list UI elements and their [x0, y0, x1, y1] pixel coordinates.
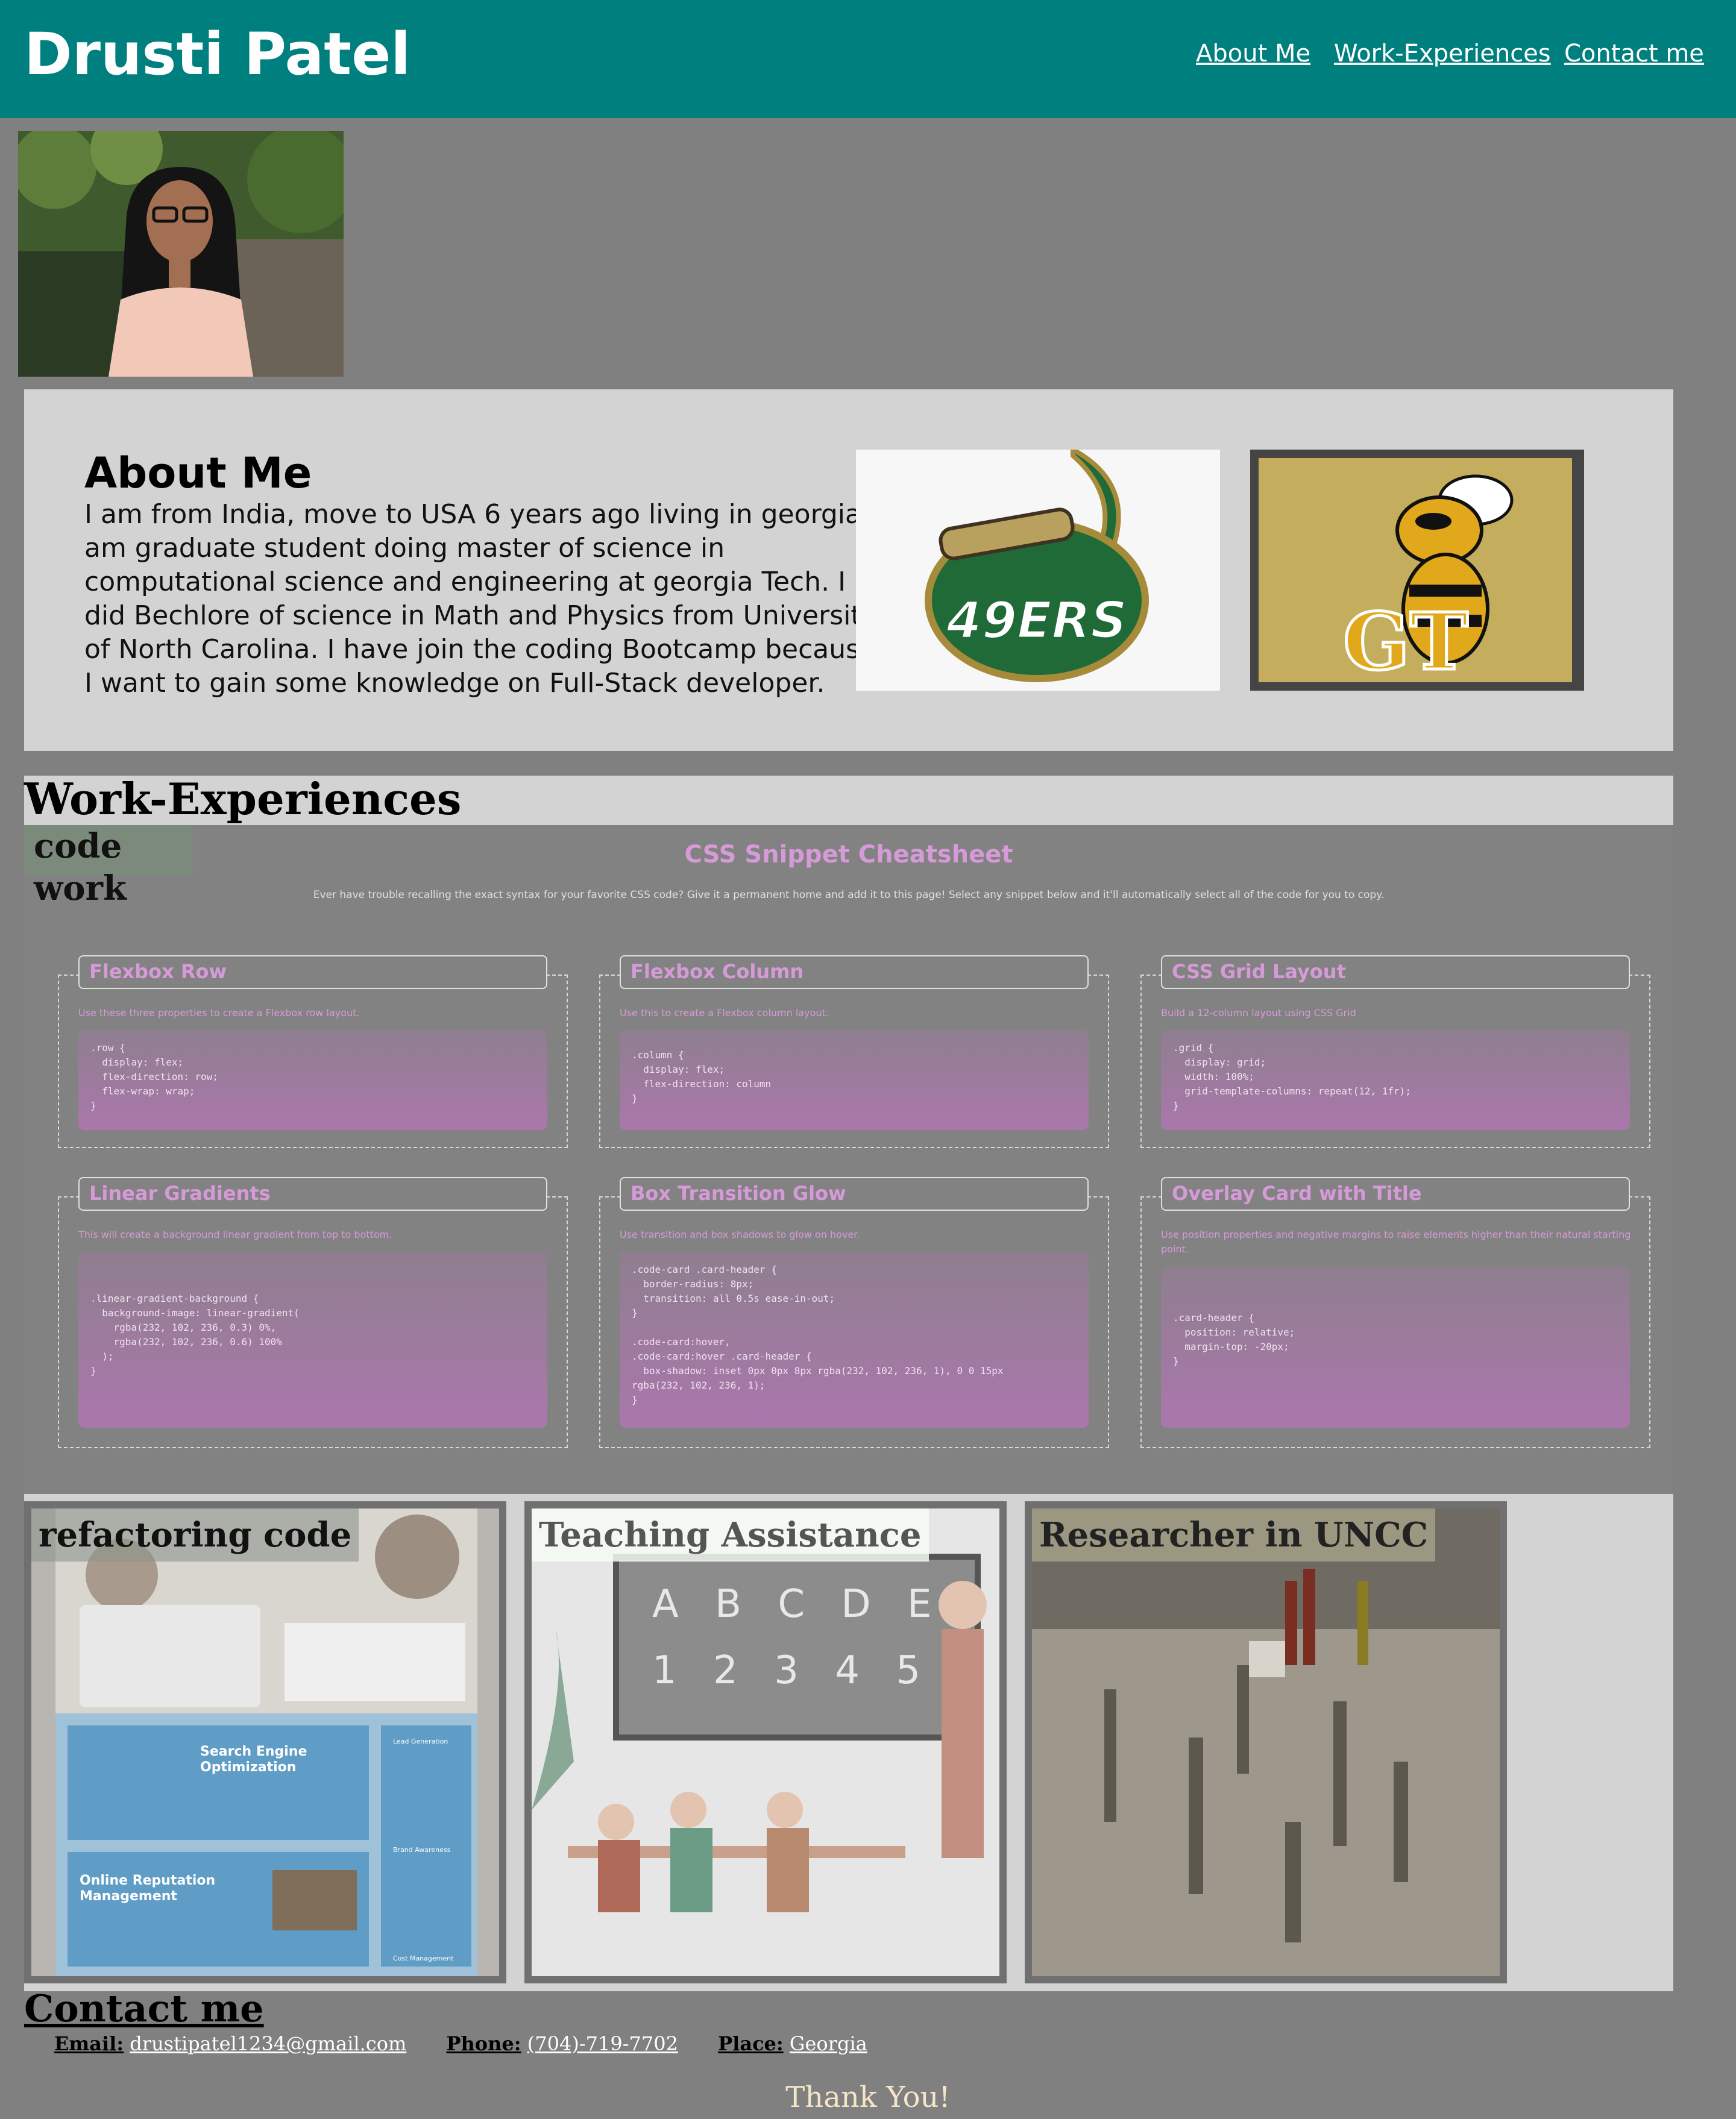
- nav-contact-me[interactable]: Contact me: [1564, 40, 1704, 67]
- snippet-card[interactable]: Box Transition Glow Use transition and b…: [599, 1177, 1109, 1448]
- site-title: Drusti Patel: [24, 20, 411, 88]
- snippet-card-code[interactable]: .column { display: flex; flex-direction:…: [620, 1030, 1089, 1130]
- reputation-title-line2: Management: [80, 1889, 177, 1904]
- snippet-card-desc: Use transition and box shadows to glow o…: [620, 1229, 860, 1240]
- place-label: Place:: [718, 2032, 784, 2055]
- contact-phone: Phone: (704)-719-7702: [446, 2032, 684, 2055]
- teaching-assistance-label: Teaching Assistance: [532, 1508, 929, 1562]
- work-experiences-heading: Work-Experiences: [24, 773, 462, 824]
- snippet-card-desc: Use position properties and negative mar…: [1161, 1229, 1631, 1255]
- snippet-card[interactable]: Overlay Card with Title Use position pro…: [1140, 1177, 1650, 1448]
- contact-heading: Contact me: [24, 1986, 264, 2030]
- snippet-card-desc: Build a 12-column layout using CSS Grid: [1161, 1007, 1356, 1019]
- snippet-card-code[interactable]: .card-header { position: relative; margi…: [1161, 1267, 1630, 1428]
- contact-info: Email: drustipatel1234@gmail.com Phone: …: [54, 2032, 901, 2055]
- researcher-uncc-project[interactable]: Researcher in UNCC: [1025, 1501, 1507, 1983]
- reputation-title-line1: Online Reputation: [80, 1873, 215, 1888]
- snippet-card[interactable]: Linear Gradients This will create a back…: [58, 1177, 568, 1448]
- seo-image: Search Engine Optimization Online Reputa…: [31, 1508, 499, 1976]
- snippet-card-title: Flexbox Column: [620, 955, 1089, 989]
- snippet-card-title: Linear Gradients: [78, 1177, 547, 1211]
- contact-place: Place: Georgia: [718, 2032, 867, 2055]
- snippet-card-desc: This will create a background linear gra…: [78, 1229, 392, 1240]
- about-section: About Me I am from India, move to USA 6 …: [24, 389, 1673, 751]
- cheatsheet-title: CSS Snippet Cheatsheet: [684, 841, 1013, 868]
- svg-text:GT: GT: [1343, 595, 1468, 682]
- snippet-card-title: Overlay Card with Title: [1161, 1177, 1630, 1211]
- thank-you-footer: Thank You!: [785, 2080, 951, 2114]
- snippet-card-title: CSS Grid Layout: [1161, 955, 1630, 989]
- snippet-card[interactable]: Flexbox Row Use these three properties t…: [58, 955, 568, 1148]
- nav-work-experiences[interactable]: Work-Experiences: [1334, 40, 1551, 67]
- snippet-card-desc: Use these three properties to create a F…: [78, 1007, 360, 1019]
- cheatsheet-description: Ever have trouble recalling the exact sy…: [313, 889, 1385, 901]
- email-label: Email:: [54, 2032, 124, 2055]
- snippet-card-code[interactable]: .code-card .card-header { border-radius:…: [620, 1252, 1089, 1428]
- snippet-card-code[interactable]: .linear-gradient-background { background…: [78, 1252, 547, 1428]
- uncc-49ers-logo: 49ERS: [856, 450, 1220, 691]
- research-lab-image: [1032, 1508, 1500, 1976]
- refactoring-code-label: refactoring code: [31, 1508, 359, 1562]
- classroom-image: A B C D E F G 1 2 3 4 5 6: [532, 1508, 999, 1976]
- contact-email: Email: drustipatel1234@gmail.com: [54, 2032, 412, 2055]
- seo-title-line2: Optimization: [200, 1760, 296, 1775]
- researcher-uncc-label: Researcher in UNCC: [1032, 1508, 1436, 1562]
- snippet-card[interactable]: CSS Grid Layout Build a 12-column layout…: [1140, 955, 1650, 1148]
- snippet-card-desc: Use this to create a Flexbox column layo…: [620, 1007, 829, 1019]
- lead-gen-label: Lead Generation: [393, 1738, 448, 1745]
- snippet-card-title: Flexbox Row: [78, 955, 547, 989]
- about-heading: About Me: [84, 448, 312, 498]
- snippet-card-code[interactable]: .grid { display: grid; width: 100%; grid…: [1161, 1030, 1630, 1130]
- snippet-card-title: Box Transition Glow: [620, 1177, 1089, 1211]
- snippet-card[interactable]: Flexbox Column Use this to create a Flex…: [599, 955, 1109, 1148]
- seo-title-line1: Search Engine: [200, 1744, 307, 1759]
- email-link[interactable]: drustipatel1234@gmail.com: [130, 2032, 406, 2055]
- svg-text:49ERS: 49ERS: [946, 591, 1127, 650]
- nav-about-me[interactable]: About Me: [1196, 40, 1310, 67]
- cost-label: Cost Management: [393, 1954, 454, 1962]
- refactoring-code-project[interactable]: Search Engine Optimization Online Reputa…: [24, 1501, 506, 1983]
- code-work-project[interactable]: code work CSS Snippet Cheatsheet Ever ha…: [24, 825, 1673, 1494]
- teaching-assistance-project[interactable]: A B C D E F G 1 2 3 4 5 6 Teaching Assis…: [524, 1501, 1007, 1983]
- profile-photo: [18, 131, 344, 377]
- georgia-tech-logo: GT: [1250, 450, 1584, 691]
- about-body: I am from India, move to USA 6 years ago…: [84, 499, 886, 698]
- brand-label: Brand Awareness: [393, 1846, 451, 1854]
- phone-label: Phone:: [446, 2032, 521, 2055]
- snippet-card-code[interactable]: .row { display: flex; flex-direction: ro…: [78, 1030, 547, 1130]
- phone-link[interactable]: (704)-719-7702: [527, 2032, 678, 2055]
- svg-text:Search Engine Optimiza: Search Engine Optimization: [200, 1744, 312, 1775]
- place-link[interactable]: Georgia: [790, 2032, 867, 2055]
- site-header: Drusti Patel About Me Work-Experiences C…: [0, 0, 1736, 118]
- projects-row: Search Engine Optimization Online Reputa…: [24, 1494, 1673, 1991]
